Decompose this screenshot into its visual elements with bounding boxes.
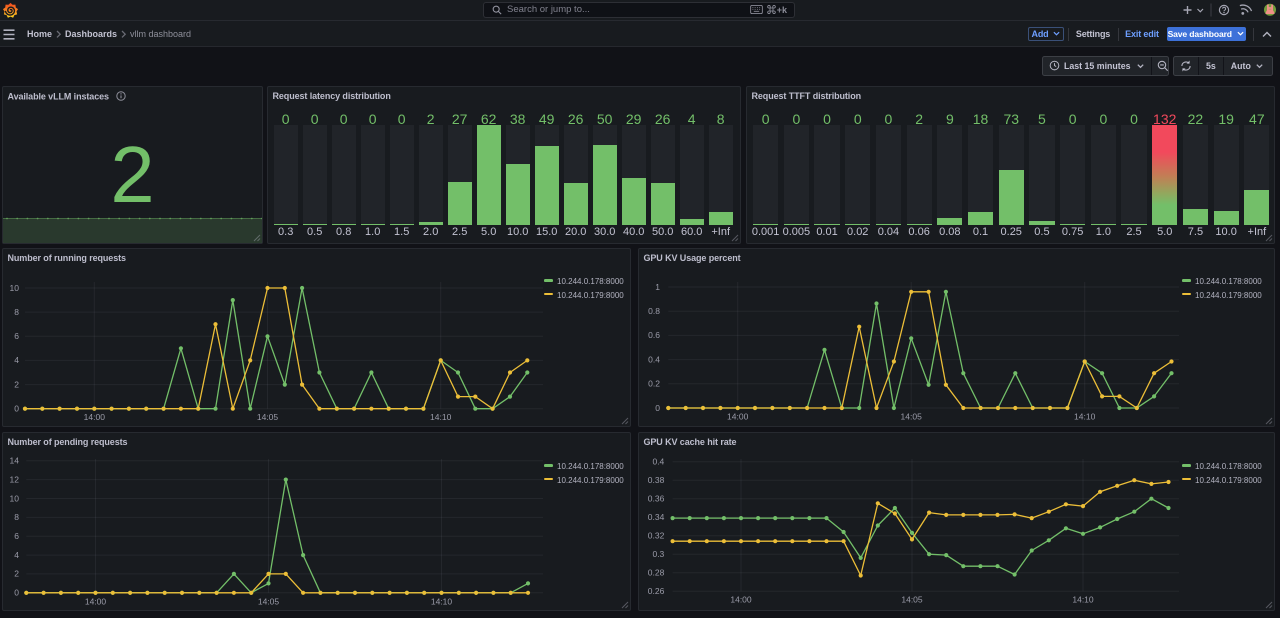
- svg-text:14:10: 14:10: [1072, 595, 1094, 605]
- svg-text:0.4: 0.4: [652, 457, 664, 467]
- svg-text:10: 10: [10, 283, 20, 293]
- svg-text:0.32: 0.32: [648, 531, 665, 541]
- svg-text:2: 2: [14, 379, 19, 389]
- svg-text:0.26: 0.26: [648, 586, 665, 596]
- svg-text:0.3: 0.3: [652, 549, 664, 559]
- svg-text:4: 4: [14, 355, 19, 365]
- svg-text:4: 4: [14, 550, 19, 560]
- svg-text:0.28: 0.28: [648, 568, 665, 578]
- svg-text:0.38: 0.38: [648, 475, 665, 485]
- svg-text:14:10: 14:10: [431, 596, 453, 606]
- svg-text:14:10: 14:10: [1074, 412, 1096, 422]
- svg-text:14:00: 14:00: [727, 412, 749, 422]
- svg-text:6: 6: [14, 331, 19, 341]
- svg-text:0.36: 0.36: [648, 494, 665, 504]
- svg-text:0.4: 0.4: [648, 354, 660, 364]
- svg-text:10: 10: [10, 493, 20, 503]
- svg-text:14:10: 14:10: [430, 412, 452, 422]
- svg-text:8: 8: [14, 307, 19, 317]
- svg-text:12: 12: [10, 474, 20, 484]
- svg-text:6: 6: [14, 531, 19, 541]
- svg-text:14: 14: [10, 456, 20, 466]
- svg-text:2: 2: [14, 569, 19, 579]
- svg-text:14:00: 14:00: [85, 596, 107, 606]
- svg-text:1: 1: [655, 282, 660, 292]
- svg-text:14:05: 14:05: [257, 412, 279, 422]
- svg-text:14:05: 14:05: [901, 412, 923, 422]
- svg-text:0.2: 0.2: [648, 379, 660, 389]
- svg-text:14:00: 14:00: [84, 412, 106, 422]
- svg-text:0.8: 0.8: [648, 306, 660, 316]
- svg-text:0.34: 0.34: [648, 512, 665, 522]
- svg-text:0: 0: [14, 588, 19, 598]
- svg-text:0: 0: [14, 404, 19, 414]
- svg-text:8: 8: [14, 512, 19, 522]
- svg-text:14:05: 14:05: [258, 596, 280, 606]
- svg-text:0: 0: [655, 403, 660, 413]
- svg-text:0.6: 0.6: [648, 330, 660, 340]
- svg-text:14:00: 14:00: [730, 595, 752, 605]
- svg-text:14:05: 14:05: [901, 595, 923, 605]
